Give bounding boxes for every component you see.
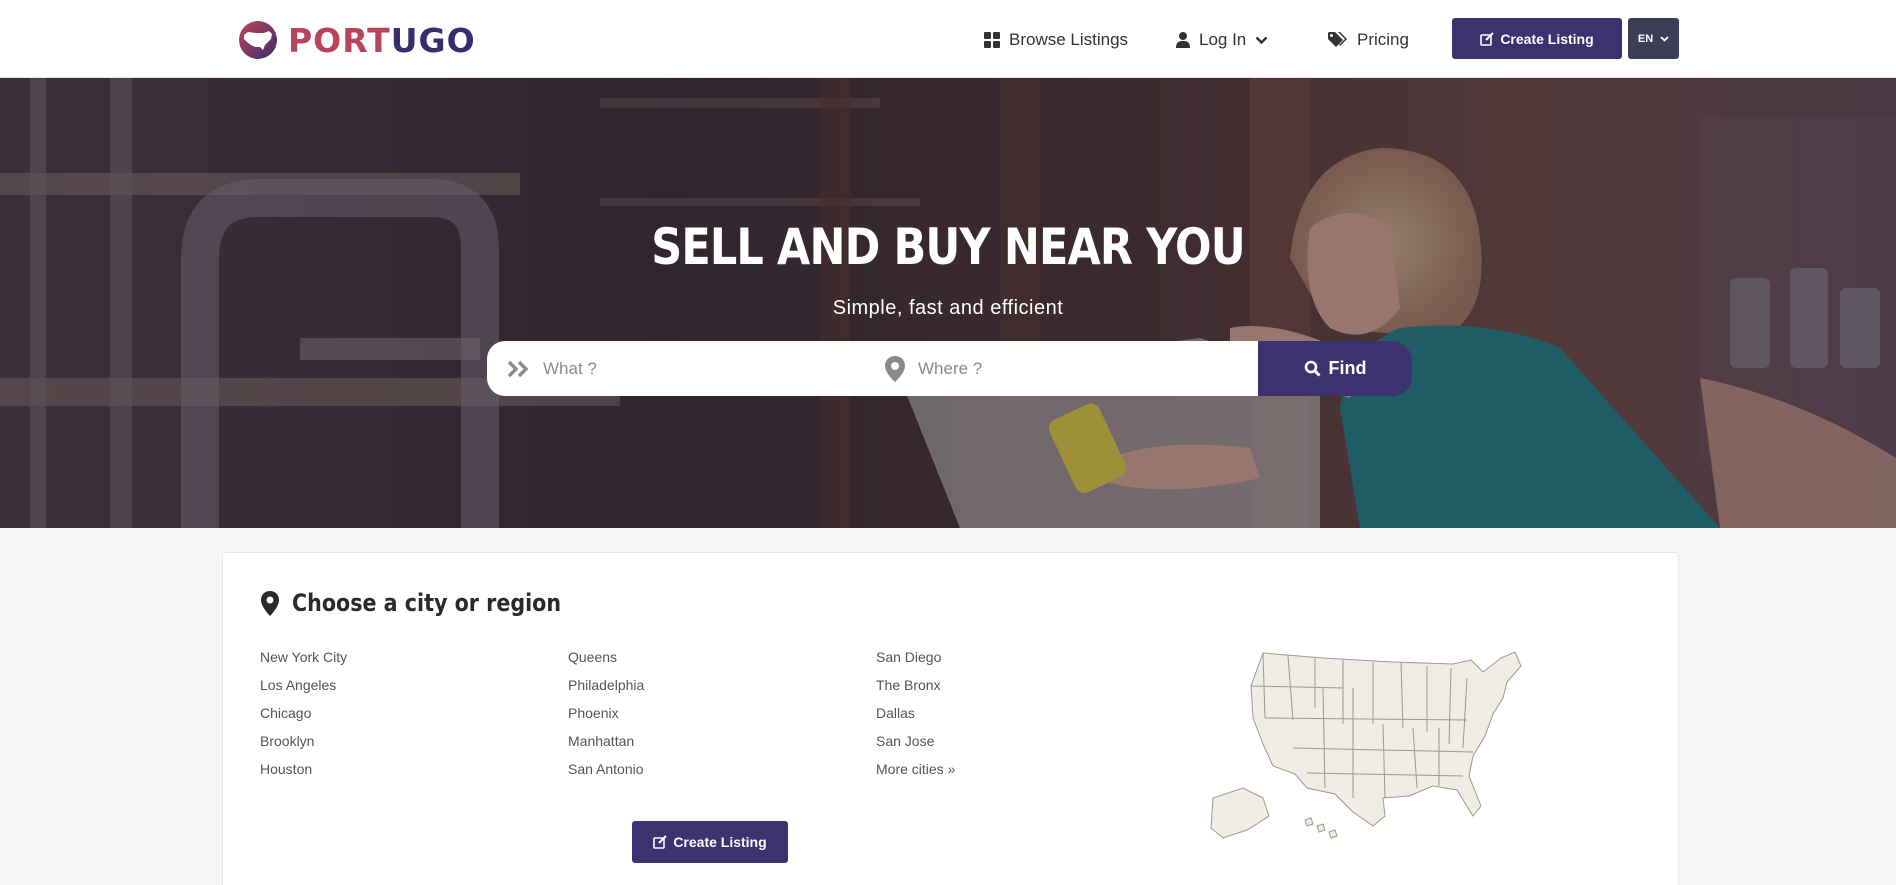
city-link[interactable]: Queens: [568, 648, 848, 676]
edit-icon: [653, 835, 668, 849]
city-link[interactable]: Brooklyn: [260, 732, 540, 760]
search-bar: Find: [487, 341, 1412, 396]
create-listing-label: Create Listing: [1500, 30, 1594, 47]
cities-title: Choose a city or region: [292, 589, 562, 617]
brand-name: PORTUGO: [288, 20, 476, 60]
city-link[interactable]: Philadelphia: [568, 676, 848, 704]
create-listing-button[interactable]: Create Listing: [1452, 18, 1622, 59]
more-cities-link[interactable]: More cities »: [876, 760, 1156, 788]
hero-title: SELL AND BUY NEAR YOU: [651, 218, 1245, 276]
city-link[interactable]: Phoenix: [568, 704, 848, 732]
city-link[interactable]: The Bronx: [876, 676, 1156, 704]
nav-log-in-label: Log In: [1199, 30, 1247, 49]
city-link[interactable]: Los Angeles: [260, 676, 540, 704]
language-label: EN: [1637, 32, 1654, 45]
cities-card: Choose a city or region New York City Lo…: [222, 552, 1679, 885]
city-link[interactable]: San Diego: [876, 648, 1156, 676]
city-link[interactable]: Manhattan: [568, 732, 848, 760]
hero-subtitle: Simple, fast and efficient: [832, 297, 1064, 319]
double-chevron-right-icon: [507, 360, 529, 377]
city-link[interactable]: San Jose: [876, 732, 1156, 760]
find-button[interactable]: Find: [1258, 341, 1412, 396]
cities-heading: Choose a city or region: [260, 587, 605, 619]
nav-log-in[interactable]: Log In: [1176, 20, 1268, 60]
city-column-3: San Diego The Bronx Dallas San Jose More…: [876, 648, 1156, 788]
create-listing-button[interactable]: Create Listing: [632, 821, 788, 863]
site-logo[interactable]: PORTUGO: [238, 20, 476, 60]
city-link[interactable]: Chicago: [260, 704, 540, 732]
site-header: PORTUGO Browse Listings Log In Pricing C…: [0, 0, 1896, 78]
us-states-map[interactable]: [1203, 648, 1563, 843]
city-link[interactable]: New York City: [260, 648, 540, 676]
city-column-2: Queens Philadelphia Phoenix Manhattan Sa…: [568, 648, 848, 788]
city-column-1: New York City Los Angeles Chicago Brookl…: [260, 648, 540, 788]
city-link[interactable]: San Antonio: [568, 760, 848, 788]
search-icon: [1304, 360, 1321, 377]
search-box: [487, 341, 1262, 396]
hero-banner: SELL AND BUY NEAR YOU Simple, fast and e…: [0, 78, 1896, 528]
chevron-down-icon: [1660, 35, 1669, 42]
city-link[interactable]: Dallas: [876, 704, 1156, 732]
city-link[interactable]: Houston: [260, 760, 540, 788]
search-where-field[interactable]: [872, 341, 1262, 396]
nav-browse-listings[interactable]: Browse Listings: [984, 20, 1128, 60]
search-what-input[interactable]: [543, 358, 843, 379]
find-label: Find: [1328, 358, 1367, 378]
grid-icon: [984, 32, 1000, 48]
nav-browse-label: Browse Listings: [1009, 30, 1129, 49]
us-map-logo-icon: [239, 21, 277, 59]
nav-pricing[interactable]: Pricing: [1328, 20, 1409, 60]
user-icon: [1176, 32, 1190, 48]
language-selector[interactable]: EN: [1628, 18, 1679, 59]
tags-icon: [1328, 32, 1347, 47]
edit-icon: [1480, 31, 1495, 46]
map-marker-icon: [261, 590, 279, 616]
map-marker-icon: [885, 355, 905, 382]
search-what-field[interactable]: [487, 341, 872, 396]
nav-pricing-label: Pricing: [1357, 30, 1409, 49]
chevron-down-icon: [1255, 36, 1268, 44]
create-listing-label: Create Listing: [673, 834, 767, 850]
search-where-input[interactable]: [918, 358, 1218, 379]
